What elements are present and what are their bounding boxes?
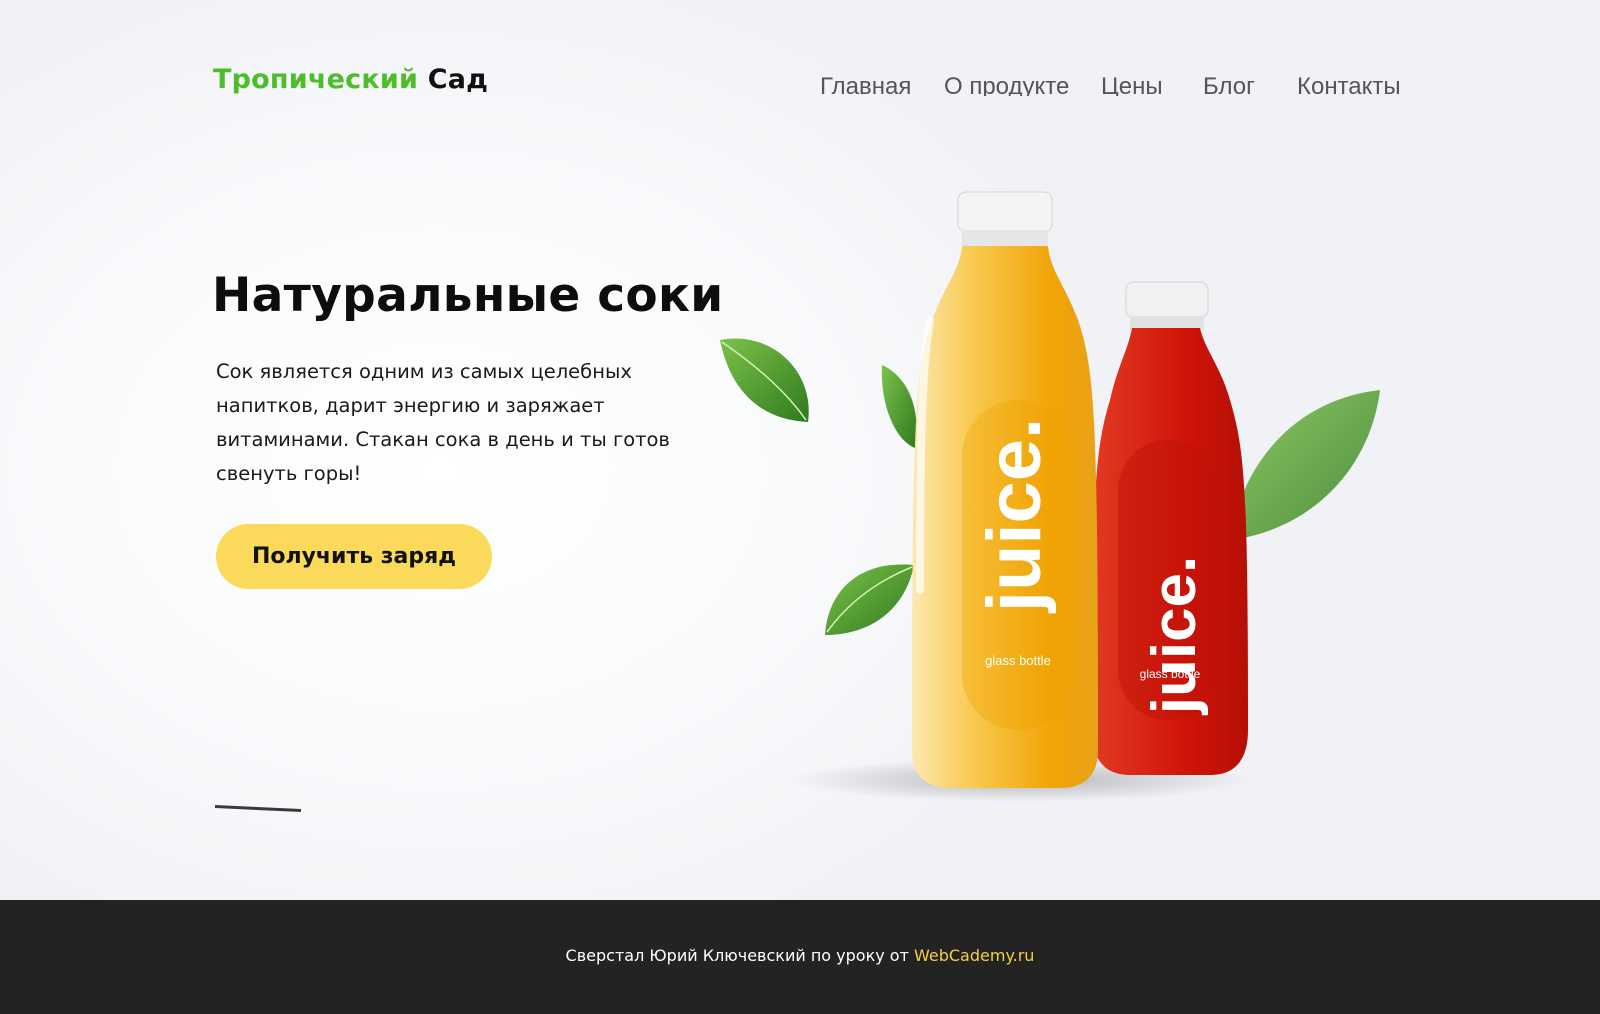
leaf-icon [720,338,809,422]
footer-credit: Сверстал Юрий Ключевский по уроку от Web… [0,946,1600,965]
orange-bottle-caption: glass bottle [985,653,1051,668]
webcademy-link[interactable]: WebCademy.ru [914,946,1034,965]
juice-bottles-illustration: juice. glass bottle juice. glass bottle [720,191,1380,802]
footer-credit-text: Сверстал Юрий Ключевский по уроку от [565,946,909,965]
logo-part-1: Тропический [213,64,419,95]
leaf-icon [881,365,917,448]
leaf-icon [1230,390,1380,540]
red-juice-bottle: juice. glass bottle [1092,281,1248,775]
orange-bottle-brand: juice. [972,418,1057,614]
hero-description: Сок является одним из самых целебных нап… [216,360,670,485]
nav-item-prices[interactable]: Цены [1101,70,1163,96]
nav-item-about[interactable]: О продукте [944,70,1069,96]
nav-item-contacts[interactable]: Контакты [1297,70,1401,96]
orange-juice-bottle: juice. glass bottle [912,191,1098,788]
leaf-icon [825,564,914,635]
logo[interactable]: Тропический Сад [213,64,488,95]
nav-item-blog[interactable]: Блог [1203,70,1255,96]
hero-section: Тропический Сад Главная О продукте Цены … [0,0,1600,900]
red-bottle-caption: glass bottle [1140,667,1201,681]
get-charged-button[interactable]: Получить заряд [216,524,492,589]
nav-item-home[interactable]: Главная [820,70,911,96]
red-bottle-brand: juice. [1140,556,1209,716]
hero-title: Натуральные соки [212,268,724,323]
decorative-stroke [215,805,301,812]
logo-part-2: Сад [427,64,489,95]
footer: Сверстал Юрий Ключевский по уроку от Web… [0,900,1600,1014]
